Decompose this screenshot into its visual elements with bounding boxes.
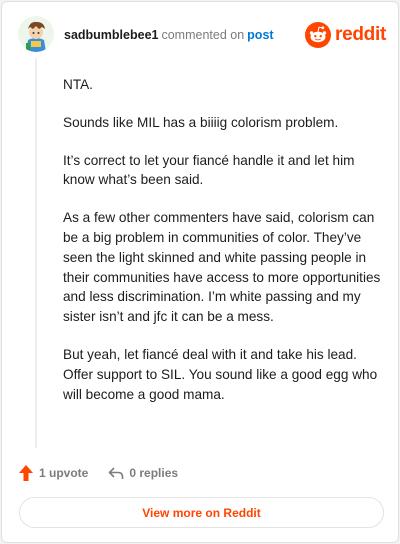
replies-button[interactable]: 0 replies (108, 465, 178, 481)
comment-paragraph: Sounds like MIL has a biiiig colorism pr… (63, 114, 339, 130)
reddit-logo-icon (305, 22, 332, 48)
upvote-button[interactable]: 1 upvote (18, 464, 88, 482)
comment-body: NTA. Sounds like MIL has a biiiig colori… (63, 75, 383, 422)
comment-paragraph: But yeah, let fiancé deal with it and ta… (63, 346, 378, 402)
view-more-button[interactable]: View more on Reddit (19, 497, 384, 528)
upvote-arrow-icon (19, 465, 33, 481)
reddit-brand[interactable]: reddit (305, 21, 386, 49)
comment-paragraph: It’s correct to let your fiancé handle i… (63, 152, 355, 188)
post-link[interactable]: post (247, 28, 273, 42)
comment-paragraph: As a few other commenters have said, col… (63, 210, 381, 325)
upvote-count: 1 upvote (39, 466, 89, 480)
avatar[interactable] (18, 16, 54, 52)
reply-icon (109, 467, 124, 479)
thread-line (35, 58, 37, 448)
comment-actions: 1 upvote 0 replies (18, 462, 178, 484)
comment-byline: sadbumblebee1 commented on post (64, 28, 274, 42)
action-text: commented on (161, 28, 245, 42)
comment-header: sadbumblebee1 commented on post reddit (18, 16, 388, 56)
avatar-image (18, 16, 54, 52)
replies-count: 0 replies (129, 466, 179, 480)
comment-embed-card: sadbumblebee1 commented on post reddit NTA… (1, 1, 399, 543)
reddit-wordmark: reddit (335, 24, 386, 45)
comment-paragraph: NTA. (63, 77, 93, 92)
author-username[interactable]: sadbumblebee1 (64, 28, 158, 42)
